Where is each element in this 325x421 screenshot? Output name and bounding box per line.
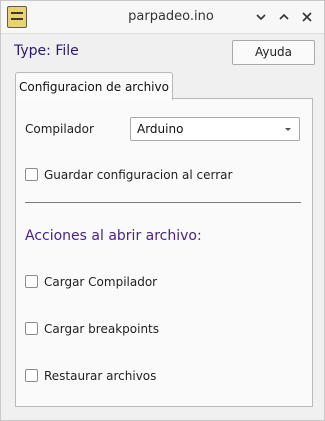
- compiler-select-value: Arduino: [137, 122, 184, 136]
- chevron-down-icon: [282, 123, 294, 135]
- maximize-icon[interactable]: [274, 7, 294, 27]
- load-breakpoints-checkbox[interactable]: [25, 322, 38, 335]
- tab-configuracion-de-archivo[interactable]: Configuracion de archivo: [15, 72, 173, 100]
- help-button[interactable]: Ayuda: [232, 40, 315, 65]
- tab-panel: [15, 98, 313, 407]
- title-bar[interactable]: parpadeo.ino: [1, 1, 324, 34]
- type-label: Type: File: [14, 43, 79, 59]
- load-compiler-checkbox[interactable]: [25, 275, 38, 288]
- compiler-label: Compilador: [25, 122, 94, 136]
- actions-title: Acciones al abrir archivo:: [25, 228, 202, 244]
- minimize-icon[interactable]: [251, 7, 271, 27]
- close-icon[interactable]: [297, 7, 317, 27]
- window-title: parpadeo.ino: [128, 9, 214, 24]
- load-compiler-label[interactable]: Cargar Compilador: [44, 275, 157, 289]
- restore-files-checkbox[interactable]: [25, 369, 38, 382]
- arduino-sketch-icon: [7, 6, 27, 28]
- divider: [25, 202, 301, 203]
- restore-files-label[interactable]: Restaurar archivos: [44, 369, 156, 383]
- save-on-close-checkbox[interactable]: [25, 168, 38, 181]
- dialog-window: parpadeo.ino Type: File Ayuda Configurac…: [0, 0, 325, 421]
- compiler-select[interactable]: Arduino: [130, 117, 300, 141]
- save-on-close-label[interactable]: Guardar configuracion al cerrar: [44, 168, 232, 182]
- load-breakpoints-label[interactable]: Cargar breakpoints: [44, 322, 159, 336]
